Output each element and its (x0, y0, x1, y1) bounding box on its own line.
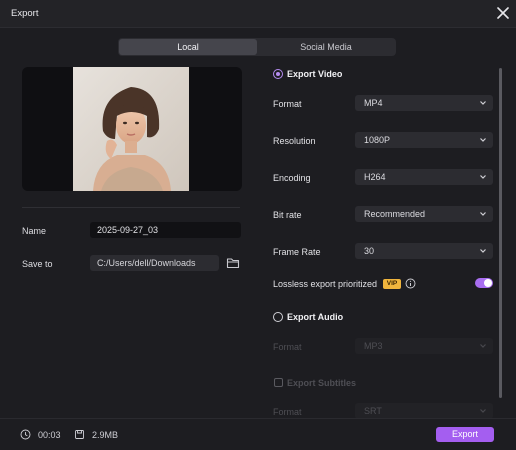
format-value: MP4 (364, 98, 383, 108)
encoding-value: H264 (364, 172, 386, 182)
lossless-toggle[interactable] (475, 278, 493, 288)
audio-format-label: Format (273, 342, 302, 352)
chevron-down-icon (480, 249, 486, 253)
divider (22, 207, 240, 208)
save-path-field[interactable]: C:/Users/dell/Downloads (90, 255, 219, 271)
chevron-down-icon (480, 101, 486, 105)
chevron-down-icon (480, 212, 486, 216)
duration-text: 00:03 (38, 430, 61, 440)
chevron-down-icon (480, 344, 486, 348)
resolution-label: Resolution (273, 136, 316, 146)
export-subtitles-title: Export Subtitles (287, 378, 357, 388)
preview-thumbnail (73, 67, 189, 191)
frame-rate-label: Frame Rate (273, 247, 321, 257)
clock-icon (20, 429, 31, 440)
window-title: Export (11, 8, 39, 19)
export-audio-radio[interactable] (273, 312, 283, 322)
info-icon[interactable] (405, 278, 416, 289)
tab-local[interactable]: Local (119, 39, 257, 55)
close-icon[interactable] (494, 4, 512, 22)
resolution-select[interactable]: 1080P (355, 132, 493, 148)
export-button[interactable]: Export (436, 427, 494, 442)
subtitle-format-value: SRT (364, 406, 382, 416)
settings-scrollbar[interactable] (499, 68, 502, 398)
format-select[interactable]: MP4 (355, 95, 493, 111)
encoding-label: Encoding (273, 173, 311, 183)
tab-social-media[interactable]: Social Media (257, 39, 395, 55)
title-bar: Export (0, 0, 516, 28)
encoding-select[interactable]: H264 (355, 169, 493, 185)
bit-rate-value: Recommended (364, 209, 426, 219)
save-to-label: Save to (22, 259, 53, 269)
subtitle-format-label: Format (273, 407, 302, 417)
file-size-icon (75, 430, 84, 439)
subtitle-format-select[interactable]: SRT (355, 403, 493, 419)
export-video-radio[interactable] (273, 69, 283, 79)
file-size-text: 2.9MB (92, 430, 119, 440)
export-audio-title: Export Audio (287, 312, 344, 322)
chevron-down-icon (480, 409, 486, 413)
export-subtitles-checkbox[interactable] (274, 378, 283, 387)
export-target-tabs: Local Social Media (118, 38, 396, 56)
chevron-down-icon (480, 175, 486, 179)
folder-icon[interactable] (226, 256, 240, 270)
chevron-down-icon (480, 138, 486, 142)
vip-badge: VIP (383, 279, 401, 289)
file-name-input[interactable]: 2025-09-27_03 (90, 222, 241, 238)
format-label: Format (273, 99, 302, 109)
name-label: Name (22, 226, 47, 236)
frame-rate-value: 30 (364, 246, 375, 256)
bit-rate-label: Bit rate (273, 210, 302, 220)
video-preview (22, 67, 242, 191)
lossless-label: Lossless export prioritized (273, 279, 378, 289)
bit-rate-select[interactable]: Recommended (355, 206, 493, 222)
audio-format-value: MP3 (364, 341, 383, 351)
frame-rate-select[interactable]: 30 (355, 243, 493, 259)
export-video-title: Export Video (287, 69, 343, 79)
audio-format-select[interactable]: MP3 (355, 338, 493, 354)
resolution-value: 1080P (364, 135, 391, 145)
